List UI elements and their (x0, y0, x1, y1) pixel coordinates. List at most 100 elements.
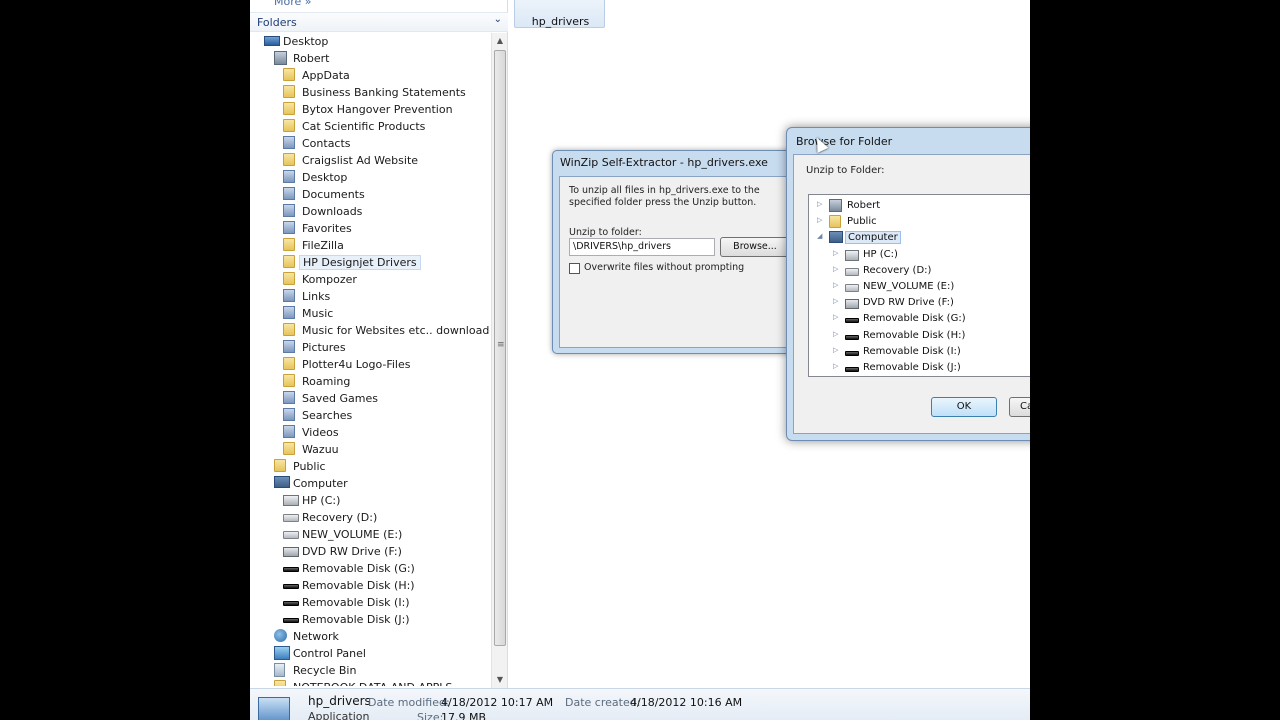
tree-item-documents[interactable]: Documents (250, 186, 490, 203)
expander-arrow-icon[interactable]: ▷ (833, 346, 841, 354)
tree-item-music-for-websites[interactable]: Music for Websites etc.. downloaded (250, 322, 490, 339)
tree-item-recycle-bin[interactable]: Recycle Bin (250, 662, 490, 679)
tree-item-control-panel[interactable]: Control Panel (250, 645, 490, 662)
tree-item-robert[interactable]: Robert (250, 50, 490, 67)
tree-scrollbar[interactable]: ▲ ≡ ▼ (491, 33, 507, 688)
browse-tree-item-drive-f[interactable]: ▷ DVD RW Drive (F:) (809, 295, 1030, 311)
unzip-folder-field[interactable]: \DRIVERS\hp_drivers (569, 238, 715, 256)
tree-item-label: Music for Websites etc.. downloaded (302, 324, 490, 337)
tree-item-business-banking-statements[interactable]: Business Banking Statements (250, 84, 490, 101)
tree-item-appdata[interactable]: AppData (250, 67, 490, 84)
tree-item-bytox-hangover-prevention[interactable]: Bytox Hangover Prevention (250, 101, 490, 118)
browse-dialog-body: Unzip to Folder: ▷ Robert ▷ Public ◢ Computer… (793, 154, 1030, 434)
browse-tree-item-drive-c[interactable]: ▷ HP (C:) (809, 247, 1030, 263)
tree-item-network[interactable]: Network (250, 628, 490, 645)
overwrite-checkbox[interactable] (569, 263, 580, 274)
tree-item-desktop-folder[interactable]: Desktop (250, 169, 490, 186)
browse-tree-item-robert[interactable]: ▷ Robert (809, 198, 1030, 214)
tree-item-label: Removable Disk (J:) (302, 613, 410, 626)
tree-item-label: Plotter4u Logo-Files (302, 358, 411, 371)
tree-item-drive-g[interactable]: Removable Disk (G:) (250, 560, 490, 577)
tree-item-drive-h[interactable]: Removable Disk (H:) (250, 577, 490, 594)
tree-item-plotter4u-logo-files[interactable]: Plotter4u Logo-Files (250, 356, 490, 373)
tree-item-favorites[interactable]: Favorites (250, 220, 490, 237)
tree-item-label: Recovery (D:) (302, 511, 378, 524)
tree-item-roaming[interactable]: Roaming (250, 373, 490, 390)
browse-tree-item-drive-i[interactable]: ▷ Removable Disk (I:) (809, 344, 1030, 360)
expander-arrow-icon[interactable]: ▷ (833, 265, 841, 273)
tree-item-label: Removable Disk (H:) (302, 579, 415, 592)
tree-item-computer[interactable]: Computer (250, 475, 490, 492)
cancel-button[interactable]: Ca (1009, 397, 1030, 417)
tree-item-desktop[interactable]: Desktop (250, 33, 490, 50)
tree-item-kompozer[interactable]: Kompozer (250, 271, 490, 288)
tree-item-craigslist-ad-website[interactable]: Craigslist Ad Website (250, 152, 490, 169)
tree-item-drive-c[interactable]: HP (C:) (250, 492, 490, 509)
tree-item-saved-games[interactable]: Saved Games (250, 390, 490, 407)
expander-arrow-icon[interactable]: ▷ (833, 330, 841, 338)
more-link[interactable]: More » (274, 0, 312, 8)
expander-arrow-icon[interactable]: ▷ (833, 297, 841, 305)
browse-tree-item-drive-h[interactable]: ▷ Removable Disk (H:) (809, 328, 1030, 344)
tree-item-filezilla[interactable]: FileZilla (250, 237, 490, 254)
browse-tree-item-public[interactable]: ▷ Public (809, 214, 1030, 230)
tree-item-downloads[interactable]: Downloads (250, 203, 490, 220)
expander-arrow-icon[interactable]: ◢ (817, 232, 825, 240)
expander-arrow-icon[interactable]: ▷ (833, 281, 841, 289)
tree-item-links[interactable]: Links (250, 288, 490, 305)
drive-icon (283, 531, 299, 539)
expander-arrow-icon[interactable]: ▷ (833, 313, 841, 321)
browse-tree-item-label: Robert (847, 200, 881, 211)
tree-item-drive-j[interactable]: Removable Disk (J:) (250, 611, 490, 628)
browse-tree-item-computer[interactable]: ◢ Computer (809, 230, 1030, 246)
browse-dialog-title: Browse for Folder (796, 135, 893, 148)
file-item-hp-drivers[interactable]: hp_drivers (514, 0, 605, 28)
scroll-down-arrow-icon[interactable]: ▼ (492, 672, 508, 688)
chevron-down-icon[interactable]: ⌄ (494, 14, 502, 25)
tree-item-videos[interactable]: Videos (250, 424, 490, 441)
expander-arrow-icon[interactable]: ▷ (833, 362, 841, 370)
tree-item-drive-f[interactable]: DVD RW Drive (F:) (250, 543, 490, 560)
folder-lib-icon (283, 391, 295, 404)
expander-arrow-icon[interactable]: ▷ (817, 216, 825, 224)
tree-item-music[interactable]: Music (250, 305, 490, 322)
tree-item-pictures[interactable]: Pictures (250, 339, 490, 356)
tree-item-cat-scientific-products[interactable]: Cat Scientific Products (250, 118, 490, 135)
tree-item-wazuu[interactable]: Wazuu (250, 441, 490, 458)
tree-item-hp-designjet-drivers[interactable]: HP Designjet Drivers (250, 254, 490, 271)
winzip-dialog-title: WinZip Self-Extractor - hp_drivers.exe (560, 156, 768, 169)
folder-icon (283, 102, 295, 115)
tree-item-notebook-data[interactable]: NOTEBOOK DATA AND APPLS (250, 679, 490, 686)
ok-button[interactable]: OK (931, 397, 997, 417)
tree-item-label: Recycle Bin (293, 664, 357, 677)
tree-item-contacts[interactable]: Contacts (250, 135, 490, 152)
scroll-up-arrow-icon[interactable]: ▲ (492, 33, 508, 49)
drive-icon (283, 514, 299, 522)
navigation-pane: More » Folders ⌄ Desktop Robert AppData Bus… (250, 0, 508, 688)
tree-item-label: Craigslist Ad Website (302, 154, 419, 167)
tree-item-drive-e[interactable]: NEW_VOLUME (E:) (250, 526, 490, 543)
date-modified-value: 4/18/2012 10:17 AM (441, 696, 554, 709)
overwrite-checkbox-label[interactable]: Overwrite files without prompting (584, 262, 744, 273)
dvd-icon (845, 299, 859, 310)
folder-lib-icon (283, 408, 295, 421)
tree-item-public[interactable]: Public (250, 458, 490, 475)
tree-item-label: Business Banking Statements (302, 86, 466, 99)
tree-item-searches[interactable]: Searches (250, 407, 490, 424)
folder-lib-icon (283, 204, 295, 217)
tree-item-label: Control Panel (293, 647, 366, 660)
tree-item-drive-d[interactable]: Recovery (D:) (250, 509, 490, 526)
browse-tree-item-drive-e[interactable]: ▷ NEW_VOLUME (E:) (809, 279, 1030, 295)
browse-tree-item-drive-d[interactable]: ▷ Recovery (D:) (809, 263, 1030, 279)
browse-tree-item-drive-g[interactable]: ▷ Removable Disk (G:) (809, 311, 1030, 327)
scroll-thumb[interactable]: ≡ (494, 50, 506, 646)
tree-item-label: Pictures (302, 341, 346, 354)
browse-button[interactable]: Browse... (720, 237, 790, 257)
browse-tree-item-drive-j[interactable]: ▷ Removable Disk (J:) (809, 360, 1030, 376)
tree-item-drive-i[interactable]: Removable Disk (I:) (250, 594, 490, 611)
size-label: Size: (417, 711, 444, 720)
expander-arrow-icon[interactable]: ▷ (833, 249, 841, 257)
expander-arrow-icon[interactable]: ▷ (817, 200, 825, 208)
folders-header[interactable]: Folders ⌄ (250, 12, 508, 32)
folder-lib-icon (283, 425, 295, 438)
